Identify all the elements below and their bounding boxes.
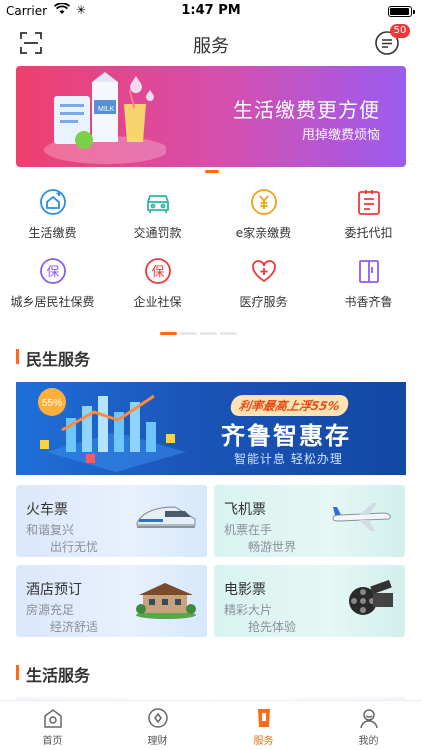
service-item-label: 委托代扣 <box>344 226 393 240</box>
insurance-badge-icon: 保 <box>39 257 67 285</box>
airplane-icon <box>329 499 395 539</box>
card-flight-ticket[interactable]: 飞机票 机票在手 畅游世界 <box>214 485 405 557</box>
tab-profile[interactable]: 我的 <box>316 707 421 747</box>
card-title: 酒店预订 <box>26 582 82 598</box>
service-item-label: e家亲缴费 <box>235 226 292 240</box>
banner-illustration-icon: MILK <box>44 72 166 164</box>
battery-icon <box>388 6 415 17</box>
profile-icon <box>358 707 380 729</box>
payment-banner[interactable]: MILK 生活缴费更方便 甩掉缴费烦恼 <box>16 66 406 167</box>
pager-dot <box>180 332 197 335</box>
tab-label: 理财 <box>147 736 168 747</box>
svg-text:MILK: MILK <box>98 106 115 113</box>
service-item-label: 医疗服务 <box>239 295 288 309</box>
banner-title: 生活缴费更方便 <box>233 98 380 122</box>
card-subtitle: 房源充足 <box>26 603 75 617</box>
card-subtitle: 精彩大片 <box>224 603 273 617</box>
section-title-shenghuo: 生活服务 <box>16 662 90 686</box>
promo-subtitle: 智能计息 轻松办理 <box>234 452 343 466</box>
service-icon <box>253 707 275 729</box>
service-item-label: 企业社保 <box>133 295 182 309</box>
card-subtitle: 和谐复兴 <box>26 523 75 537</box>
card-subtitle: 经济舒适 <box>50 620 99 634</box>
service-item-books[interactable]: 书香齐鲁 <box>316 257 421 310</box>
insurance-badge-icon: 保 <box>144 257 172 285</box>
service-item-ejiaqin[interactable]: e家亲缴费 <box>211 188 316 241</box>
card-subtitle: 畅游世界 <box>248 540 297 554</box>
service-item-label: 城乡居民社保费 <box>10 295 95 309</box>
service-item-label: 书香齐鲁 <box>344 295 393 309</box>
card-title: 电影票 <box>224 582 266 598</box>
tab-label: 我的 <box>358 736 379 747</box>
promo-coin-label: 55% <box>42 398 62 409</box>
svg-text:保: 保 <box>46 265 59 280</box>
document-icon <box>355 188 383 216</box>
yuan-coin-icon <box>250 188 278 216</box>
service-item-label: 交通罚款 <box>133 226 182 240</box>
train-icon <box>135 499 197 539</box>
book-icon <box>355 257 383 285</box>
service-item-enterprise-insurance[interactable]: 保 企业社保 <box>105 257 210 310</box>
promo-banner[interactable]: 55% 利率最高上浮55% 齐鲁智惠存 智能计息 轻松办理 <box>16 382 406 475</box>
card-title: 火车票 <box>26 502 68 518</box>
tab-label: 服务 <box>253 736 274 747</box>
promo-illustration-icon: 55% <box>38 388 186 472</box>
section-title-minsheng: 民生服务 <box>16 346 90 370</box>
service-item-life-payment[interactable]: 生活缴费 <box>0 188 105 241</box>
card-subtitle: 出行无忧 <box>50 540 99 554</box>
card-train-ticket[interactable]: 火车票 和谐复兴 出行无忧 <box>16 485 207 557</box>
hotel-icon <box>135 579 197 623</box>
tab-home[interactable]: 首页 <box>0 707 105 747</box>
status-bar: Carrier ✳ 1:47 PM <box>0 0 422 22</box>
pager-dot-active <box>160 332 177 335</box>
service-item-medical[interactable]: 医疗服务 <box>211 257 316 310</box>
card-subtitle: 机票在手 <box>224 523 273 537</box>
service-item-entrust-debit[interactable]: 委托代扣 <box>316 188 421 241</box>
card-hotel-booking[interactable]: 酒店预订 房源充足 经济舒适 <box>16 565 207 637</box>
promo-rate-tag: 利率最高上浮55% <box>229 395 350 416</box>
home-icon <box>42 707 64 729</box>
home-plus-icon <box>39 188 67 216</box>
heart-plus-icon <box>250 257 278 285</box>
bottom-tab-bar: 首页 理财 服务 我的 <box>0 700 422 750</box>
promo-title: 齐鲁智惠存 <box>221 422 351 450</box>
tab-service[interactable]: 服务 <box>211 707 316 747</box>
message-badge: 50 <box>390 24 410 38</box>
card-movie-ticket[interactable]: 电影票 精彩大片 抢先体验 <box>214 565 405 637</box>
tab-label: 首页 <box>42 736 63 747</box>
service-item-traffic-fine[interactable]: 交通罚款 <box>105 188 210 241</box>
card-subtitle: 抢先体验 <box>248 620 297 634</box>
finance-icon <box>147 707 169 729</box>
car-icon <box>144 188 172 216</box>
pager-dot <box>220 332 237 335</box>
pager-dot <box>200 332 217 335</box>
service-item-label: 生活缴费 <box>28 226 77 240</box>
status-time: 1:47 PM <box>181 3 241 18</box>
svg-text:保: 保 <box>151 265 164 280</box>
nav-bar: 服务 50 <box>0 22 422 64</box>
banner-pager <box>205 170 219 173</box>
card-title: 飞机票 <box>224 502 266 518</box>
service-item-resident-insurance[interactable]: 保 城乡居民社保费 <box>0 257 105 310</box>
page-title: 服务 <box>193 36 229 57</box>
tab-finance[interactable]: 理财 <box>105 707 210 747</box>
film-reel-icon <box>345 579 395 625</box>
grid-pager <box>160 320 260 335</box>
banner-subtitle: 甩掉缴费烦恼 <box>301 128 380 143</box>
